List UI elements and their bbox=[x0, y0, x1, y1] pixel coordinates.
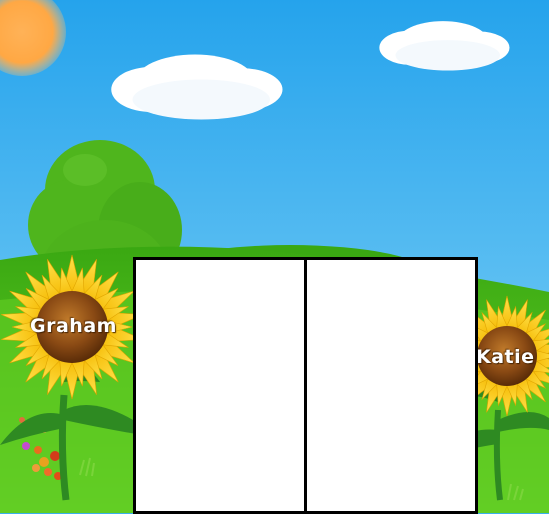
board-panel-right[interactable] bbox=[307, 260, 475, 511]
game-board bbox=[133, 257, 478, 514]
board-panel-left[interactable] bbox=[136, 260, 307, 511]
